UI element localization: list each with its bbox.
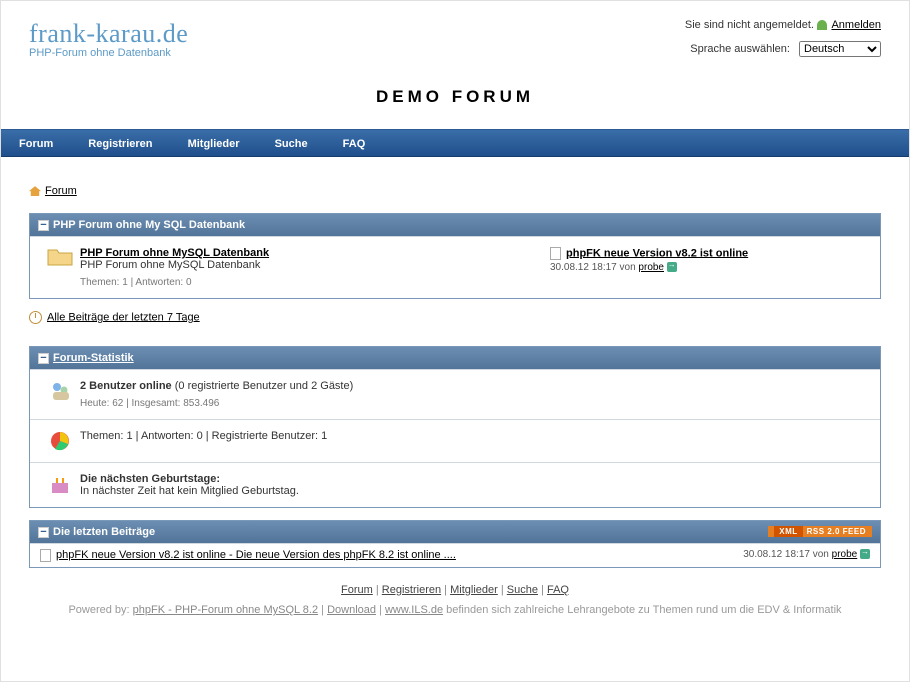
footer-nav: Forum | Registrieren | Mitglieder | Such… (29, 584, 881, 596)
header: Sie sind nicht angemeldet. Anmelden Spra… (1, 1, 909, 129)
footer-forum[interactable]: Forum (341, 584, 373, 596)
breadcrumb: Forum (29, 185, 881, 197)
nav-forum[interactable]: Forum (19, 138, 53, 150)
visit-stats: Heute: 62 | Insgesamt: 853.496 (80, 398, 870, 409)
nav-faq[interactable]: FAQ (343, 138, 366, 150)
birthday-heading: Die nächsten Geburtstage: (80, 473, 220, 485)
chart-icon (40, 430, 80, 452)
home-icon (29, 186, 41, 196)
latest-user-link[interactable]: probe (832, 549, 858, 560)
forum-stats: Themen: 1 | Antworten: 0 (80, 277, 550, 288)
online-count: 2 Benutzer online (80, 380, 172, 392)
login-status: Sie sind nicht angemeldet. (685, 19, 814, 31)
powered-link[interactable]: phpFK - PHP-Forum ohne MySQL 8.2 (133, 604, 318, 616)
category-title: PHP Forum ohne My SQL Datenbank (53, 219, 245, 231)
forum-desc: PHP Forum ohne MySQL Datenbank (80, 259, 260, 271)
page-icon (550, 247, 561, 260)
page-icon (40, 549, 51, 562)
birthday-icon (40, 473, 80, 495)
breadcrumb-link[interactable]: Forum (45, 185, 77, 197)
nav-register[interactable]: Registrieren (88, 138, 152, 150)
stats-panel: −Forum-Statistik 2 Benutzer online (0 re… (29, 346, 881, 508)
page-title: DEMO FORUM (29, 87, 881, 107)
forum-link[interactable]: PHP Forum ohne MySQL Datenbank (80, 247, 269, 259)
navbar: Forum Registrieren Mitglieder Suche FAQ (1, 129, 909, 157)
recent-posts-row: Alle Beiträge der letzten 7 Tage (29, 311, 881, 324)
last-topic-link[interactable]: phpFK neue Version v8.2 ist online (566, 247, 748, 259)
download-link[interactable]: Download (327, 604, 376, 616)
clock-icon (29, 311, 42, 324)
footer-register[interactable]: Registrieren (382, 584, 441, 596)
collapse-icon[interactable]: − (38, 527, 49, 538)
login-link[interactable]: Anmelden (831, 19, 881, 31)
latest-post-link[interactable]: phpFK neue Version v8.2 ist online - Die… (56, 549, 456, 561)
powered-by: Powered by: phpFK - PHP-Forum ohne MySQL… (29, 604, 881, 616)
online-detail: (0 registrierte Benutzer und 2 Gäste) (172, 380, 354, 392)
last-date: 30.08.12 18:17 (550, 262, 617, 273)
latest-panel: XMLRSS 2.0 FEED −Die letzten Beiträge ph… (29, 520, 881, 568)
category-panel: −PHP Forum ohne My SQL Datenbank PHP For… (29, 213, 881, 299)
last-user-link[interactable]: probe (638, 262, 664, 273)
user-icon (817, 20, 827, 30)
ils-link[interactable]: www.ILS.de (385, 604, 443, 616)
collapse-icon[interactable]: − (38, 220, 49, 231)
lang-label: Sprache auswählen: (690, 43, 790, 55)
footer-search[interactable]: Suche (507, 584, 538, 596)
stats-title[interactable]: Forum-Statistik (53, 352, 134, 364)
nav-members[interactable]: Mitglieder (188, 138, 240, 150)
rss-badge[interactable]: XMLRSS 2.0 FEED (768, 526, 872, 537)
users-icon (40, 380, 80, 402)
latest-title: Die letzten Beiträge (53, 526, 155, 538)
nav-search[interactable]: Suche (275, 138, 308, 150)
goto-icon[interactable] (860, 549, 870, 559)
latest-date: 30.08.12 18:17 (743, 549, 810, 560)
collapse-icon[interactable]: − (38, 353, 49, 364)
recent-posts-link[interactable]: Alle Beiträge der letzten 7 Tage (47, 311, 200, 323)
folder-icon (40, 247, 80, 267)
goto-icon[interactable] (667, 262, 677, 272)
footer-faq[interactable]: FAQ (547, 584, 569, 596)
birthday-text: In nächster Zeit hat kein Mitglied Gebur… (80, 485, 299, 497)
forum-counts: Themen: 1 | Antworten: 0 | Registrierte … (80, 430, 327, 442)
lang-select[interactable]: Deutsch (799, 41, 881, 57)
footer-members[interactable]: Mitglieder (450, 584, 498, 596)
